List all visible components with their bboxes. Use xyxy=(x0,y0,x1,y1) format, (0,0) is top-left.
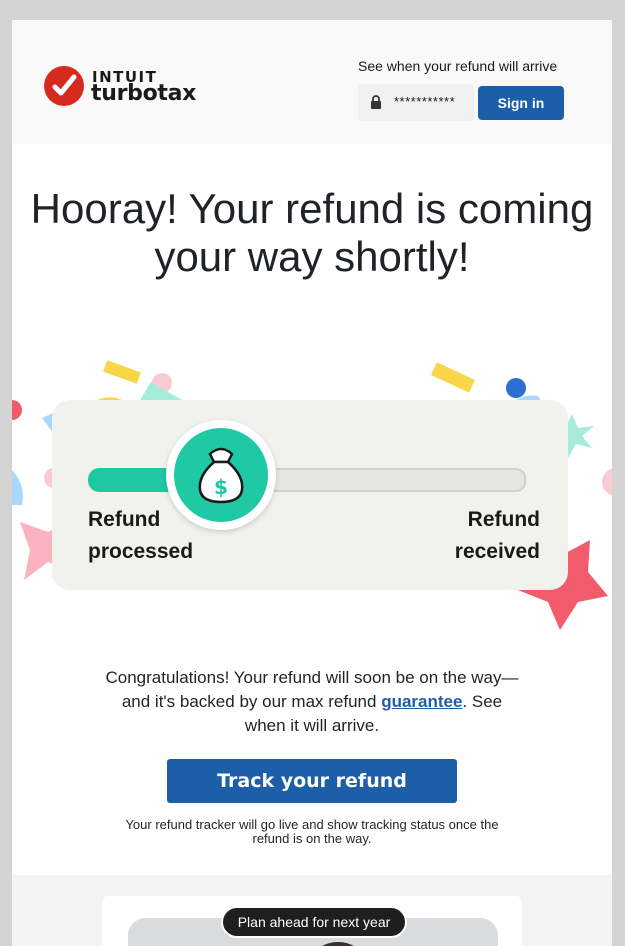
track-refund-button[interactable]: Track your refund xyxy=(167,759,457,803)
plan-ahead-badge: Plan ahead for next year xyxy=(221,906,407,938)
brand-turbotax-text: turbotax xyxy=(91,81,197,106)
refund-progress-illustration: Refund processed Refund received $ xyxy=(12,340,612,640)
page-headline: Hooray! Your refund is coming your way s… xyxy=(30,185,594,280)
guarantee-link[interactable]: guarantee xyxy=(381,692,462,711)
money-bag-badge: $ xyxy=(166,420,276,530)
sign-in-button[interactable]: Sign in xyxy=(478,86,564,120)
money-bag-icon: $ xyxy=(198,447,244,504)
step-label-received: Refund received xyxy=(430,504,540,568)
tracker-note: Your refund tracker will go live and sho… xyxy=(125,817,499,846)
email-card: INTUIT turbotax See when your refund wil… xyxy=(12,20,612,946)
step-received-text: Refund received xyxy=(454,508,540,563)
progress-panel: Refund processed Refund received $ xyxy=(52,400,568,590)
body-message: Congratulations! Your refund will soon b… xyxy=(104,666,520,738)
svg-text:$: $ xyxy=(214,475,228,499)
header-tagline: See when your refund will arrive xyxy=(358,58,558,74)
password-field[interactable]: *********** xyxy=(358,84,474,121)
turbotax-logo[interactable]: INTUIT turbotax xyxy=(44,66,204,110)
checkmark-logo-icon xyxy=(44,66,84,106)
password-mask: *********** xyxy=(394,94,456,109)
lock-icon xyxy=(371,95,381,109)
email-header: INTUIT turbotax See when your refund wil… xyxy=(12,20,612,144)
